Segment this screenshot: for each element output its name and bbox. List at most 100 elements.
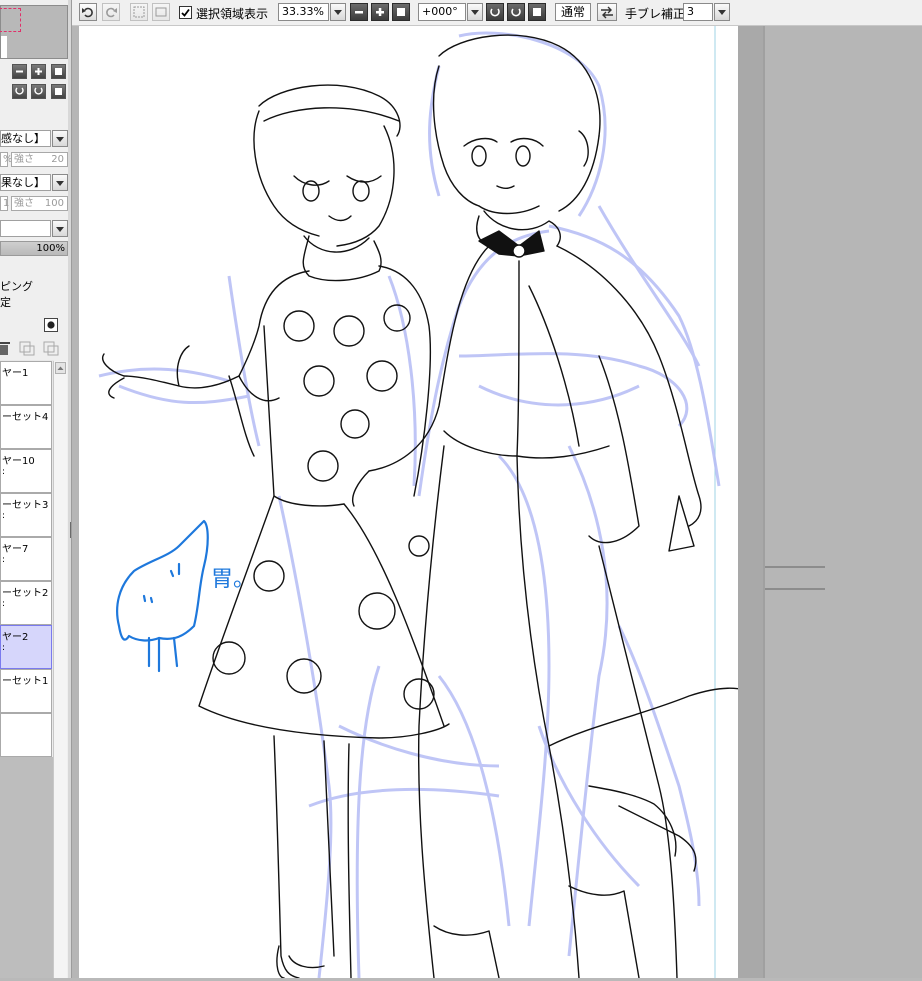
layer-item[interactable]: ーセット4 [0,405,52,449]
layer-item[interactable]: ーセット1 [0,669,52,713]
zoom-dropdown-arrow[interactable] [330,3,346,21]
zoom-reset-button[interactable] [392,3,410,21]
circle-icon [47,321,55,329]
layer-name: ーセット4 [2,412,49,423]
layer-mode-glyph: : [2,599,6,609]
plus-icon [35,68,42,75]
nav-zoom-reset-button[interactable] [51,64,66,79]
stabilizer-field[interactable]: 3 [683,3,713,21]
effect-strength-unit: 1 [0,196,9,211]
rotate-right-icon [511,8,521,17]
nav-rotate-left-button[interactable] [12,84,27,99]
effect-strength-value: 100 [44,198,64,209]
flip-view-button[interactable] [597,3,617,21]
layer-mode-glyph: : [2,643,6,653]
stabilizer-label: 手ブレ補正 [625,7,686,21]
rotate-right-button[interactable] [507,3,525,21]
layer-list-empty-area [0,757,54,978]
drawing-paper[interactable]: 胃。 [79,26,760,979]
square-icon [397,8,405,16]
checkmark-icon [181,8,190,17]
stabilizer-dropdown-arrow[interactable] [714,3,730,21]
rotate-left-icon [490,8,500,17]
layer-item[interactable]: ーセット2: [0,581,52,625]
rotation-dropdown-arrow[interactable] [467,3,483,21]
layer-item[interactable]: ーセット3: [0,493,52,537]
layer-name: ーセット3 [2,500,49,511]
rotate-right-icon [34,87,43,95]
navigator-viewport-frame[interactable] [0,8,21,32]
merge-layer-icon [19,341,35,356]
sketch-annotation: 胃。 [211,567,255,592]
minus-icon [355,11,363,14]
effect-select[interactable]: 果なし】 [0,174,51,191]
texture-select[interactable]: 感なし】 [0,130,51,147]
layer-mode-glyph: : [2,511,6,521]
navigator-preview[interactable] [0,5,68,59]
layer-blend-dropdown-arrow[interactable] [52,220,68,237]
layer-mask-button[interactable] [44,318,58,332]
square-icon [533,8,541,16]
nav-zoom-out-button[interactable] [12,64,27,79]
merge-down-button[interactable] [18,340,36,356]
redo-button[interactable] [102,3,120,21]
duplicate-layer-button[interactable] [42,340,60,356]
layer-blend-select[interactable] [0,220,51,237]
undo-button[interactable] [79,3,97,21]
invert-selection-button[interactable] [152,3,170,21]
nav-zoom-in-button[interactable] [31,64,46,79]
zoom-in-button[interactable] [371,3,389,21]
draft-sketch-layer [98,31,721,979]
artwork-canvas: 胃。 [98,26,760,979]
zoom-field[interactable]: 33.33% [278,3,329,21]
texture-strength-label: 強さ [14,154,34,165]
flip-arrows-icon [601,6,613,19]
opacity-slider[interactable]: 100% [0,241,68,256]
canvas-scroll-strip[interactable] [738,26,763,978]
duplicate-layer-icon [43,341,59,356]
chevron-up-icon [57,366,64,370]
blue-doodle [116,519,209,673]
deselect-icon [133,6,145,18]
square-icon [55,88,62,95]
nav-rotation-reset-button[interactable] [51,84,66,99]
canvas-guide-line [763,26,765,978]
panel-splitter[interactable] [68,0,71,978]
rotate-left-button[interactable] [486,3,504,21]
effect-strength-field[interactable]: 強さ 100 [11,196,68,211]
layer-item[interactable]: ヤー7: [0,537,52,581]
layer-list-scrollbar[interactable] [53,361,67,978]
layer-item[interactable]: ヤー10: [0,449,52,493]
layer-mode-glyph: : [2,555,6,565]
effect-dropdown-arrow[interactable] [52,174,68,191]
layer-item-selected[interactable]: ヤー2: [0,625,52,669]
selection-checkbox[interactable] [179,6,192,19]
nav-rotate-right-button[interactable] [31,84,46,99]
texture-dropdown-arrow[interactable] [52,130,68,147]
clipping-label[interactable]: ピング [0,278,33,294]
layer-item[interactable]: ヤー1 [0,361,52,405]
layer-name: ーセット2 [2,588,49,599]
invert-selection-icon [155,7,167,17]
layer-name: ヤー2 [2,632,29,643]
canvas-toolbar: 選択領域表示 33.33% +000° 通常 手ブレ補正 3 [72,0,922,26]
layer-name: ーセット1 [2,676,49,687]
layer-mode-glyph: : [2,467,6,477]
undo-icon [82,7,93,18]
panel-splitter-grip[interactable] [70,522,71,538]
zoom-row-marker [0,66,4,72]
redo-icon [106,7,117,18]
rotate-left-icon [15,87,24,95]
layer-item[interactable] [0,713,52,757]
lock-label[interactable]: 定 [0,294,11,310]
zoom-out-button[interactable] [350,3,368,21]
texture-strength-field[interactable]: 強さ 20 [11,152,68,167]
scroll-up-button[interactable] [55,362,66,374]
delete-layer-button[interactable] [0,340,10,356]
deselect-button[interactable] [130,3,148,21]
minus-icon [16,70,23,73]
blend-mode-button[interactable]: 通常 [555,3,591,21]
rotation-field[interactable]: +000° [418,3,466,21]
canvas-guide-line [763,566,825,568]
rotation-reset-button[interactable] [528,3,546,21]
